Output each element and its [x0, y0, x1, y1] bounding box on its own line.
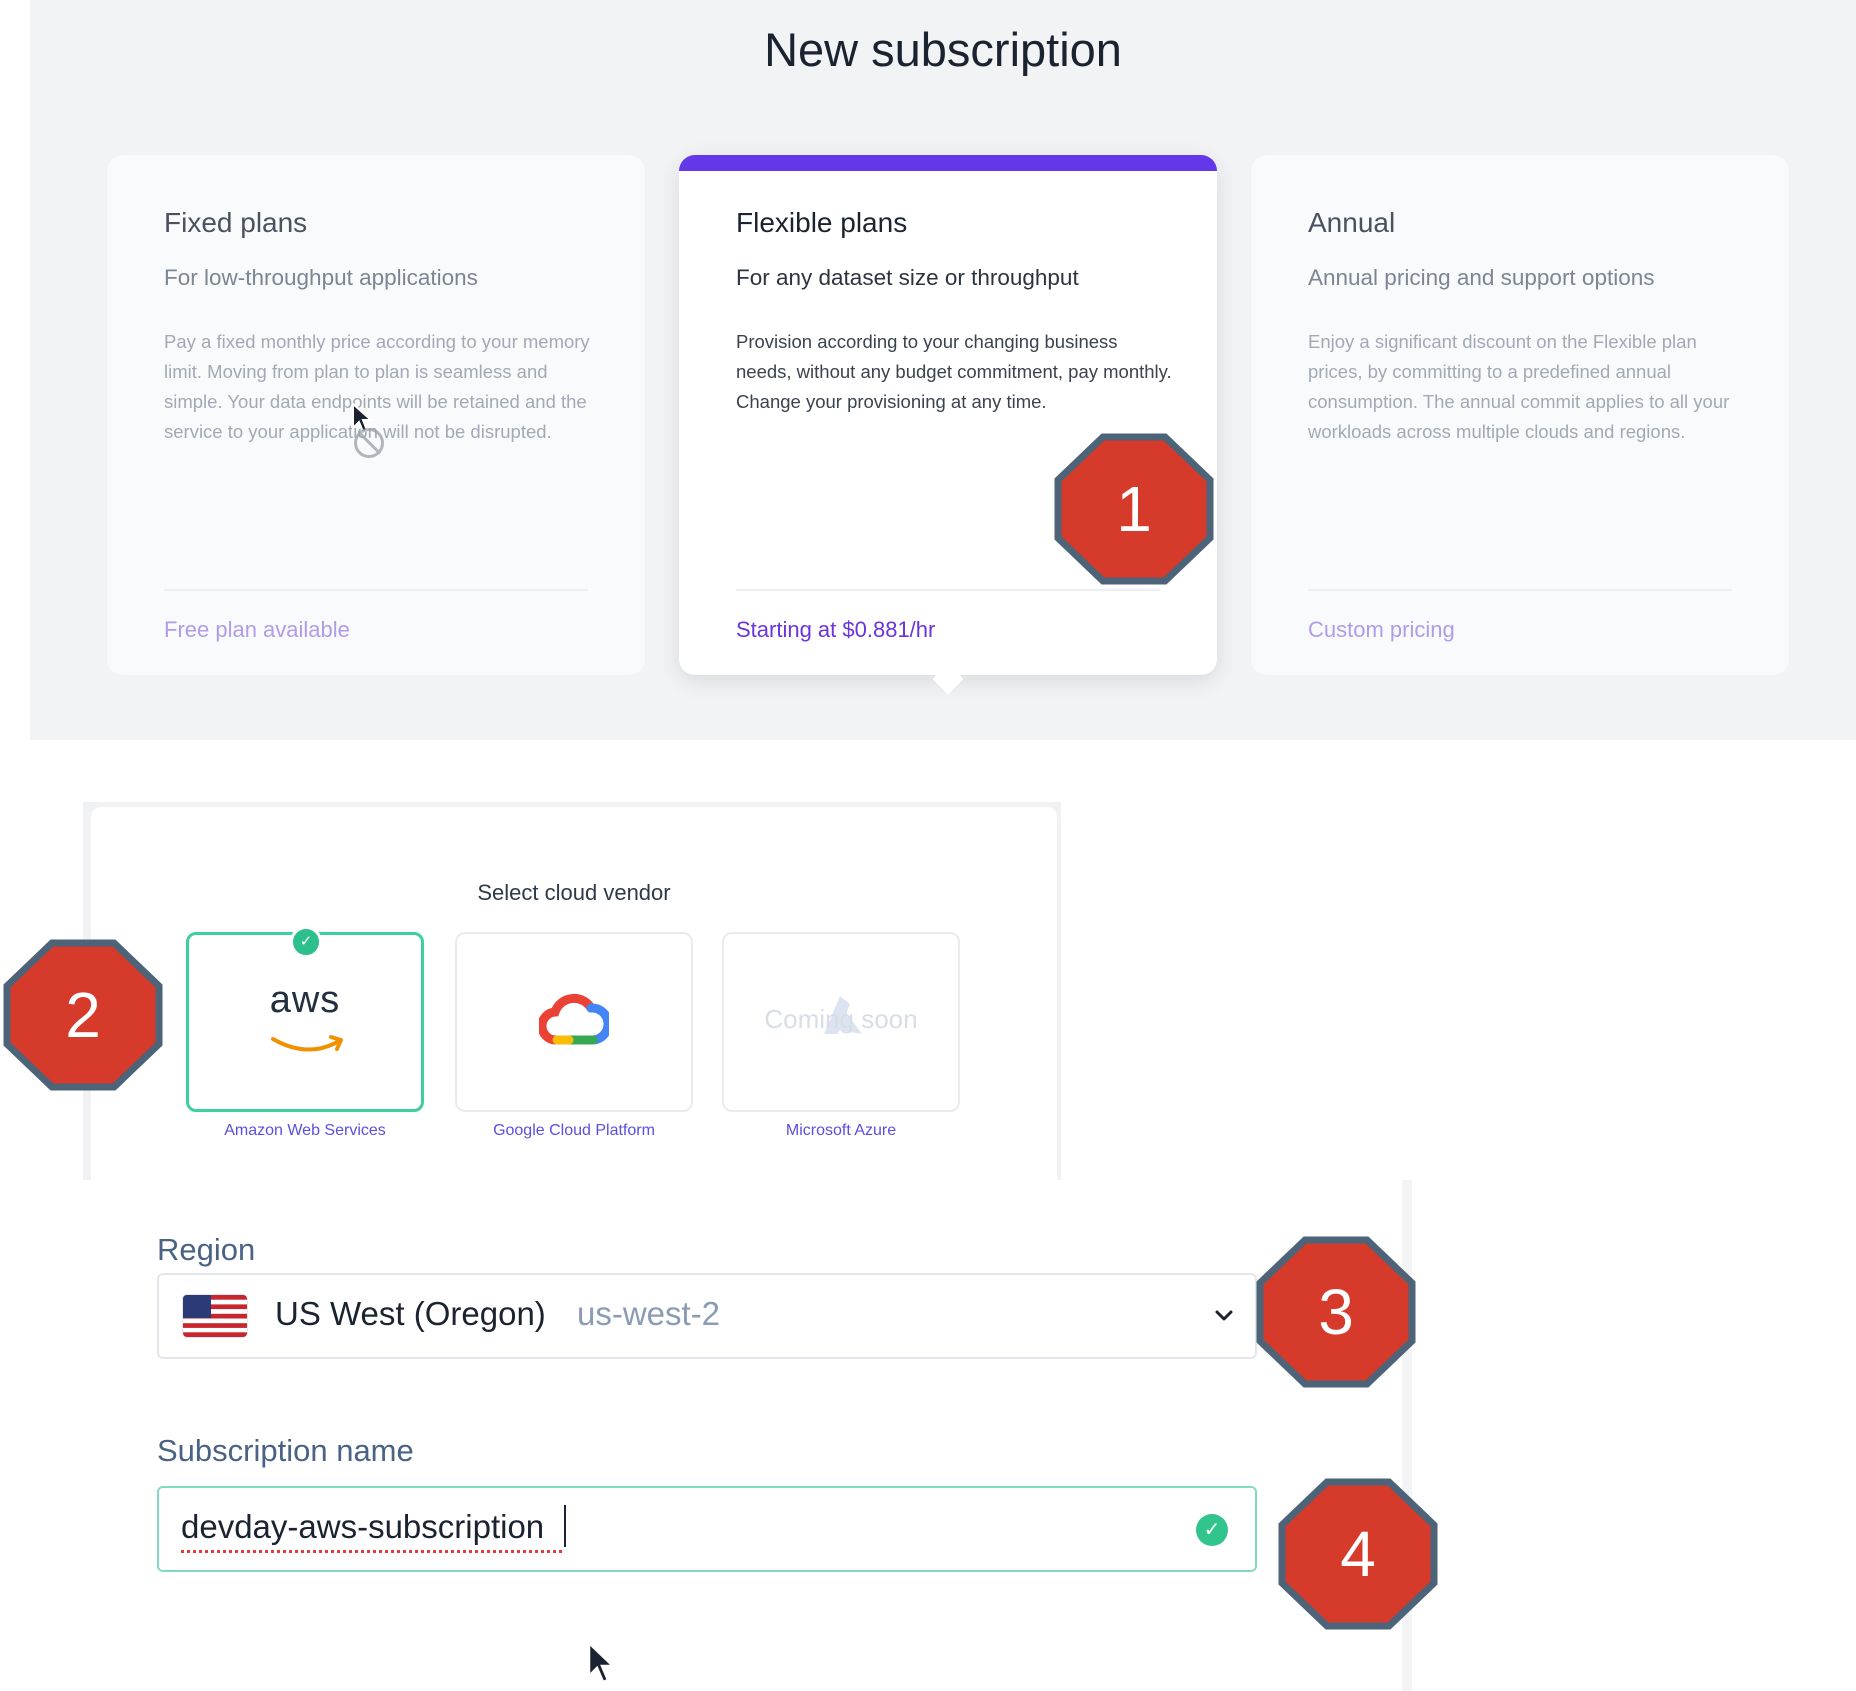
plan-price: Custom pricing	[1308, 617, 1455, 642]
plan-card-annual[interactable]: Annual Annual pricing and support option…	[1251, 155, 1789, 675]
plan-description: Provision according to your changing bus…	[736, 331, 1172, 412]
plan-price: Free plan available	[164, 617, 350, 642]
not-allowed-icon	[354, 428, 384, 458]
step-marker-1: 1	[1054, 433, 1214, 585]
plan-title: Flexible plans	[736, 207, 908, 238]
selected-accent-bar	[679, 155, 1217, 171]
marker-number: 3	[1318, 1276, 1354, 1348]
region-label: Region	[157, 1232, 256, 1267]
plan-price: Starting at $0.881/hr	[736, 617, 936, 642]
vendor-option-azure: Coming soon	[722, 932, 960, 1112]
marker-number: 1	[1116, 473, 1152, 545]
plan-subtitle: Annual pricing and support options	[1308, 265, 1655, 290]
plan-subtitle: For low-throughput applications	[164, 265, 478, 290]
subscription-name-value[interactable]: devday-aws-subscription	[181, 1508, 544, 1546]
page-title: New subscription	[764, 23, 1122, 76]
step-marker-3: 3	[1256, 1236, 1416, 1388]
aws-smile-icon	[271, 1035, 343, 1052]
subscription-name-label: Subscription name	[157, 1433, 414, 1468]
plan-title: Annual	[1308, 207, 1396, 238]
text-caret	[564, 1505, 566, 1547]
valid-check-icon: ✓	[1196, 1514, 1228, 1546]
plan-card-fixed[interactable]: Fixed plans For low-throughput applicati…	[107, 155, 645, 675]
coming-soon-overlay: Coming soon	[764, 1004, 918, 1034]
plan-description: Pay a fixed monthly price according to y…	[164, 331, 590, 442]
aws-logo-icon: aws	[269, 979, 341, 1021]
step-marker-4: 4	[1278, 1478, 1438, 1630]
selected-check-icon: ✓	[290, 926, 322, 958]
region-name: US West (Oregon)	[275, 1295, 546, 1332]
us-flag-icon	[183, 1295, 247, 1337]
vendor-heading: Select cloud vendor	[477, 880, 671, 905]
vendor-option-aws[interactable]: aws	[186, 932, 424, 1112]
region-code: us-west-2	[577, 1295, 721, 1332]
marker-number: 4	[1340, 1518, 1376, 1590]
plan-divider	[736, 589, 1160, 591]
plan-description: Enjoy a significant discount on the Flex…	[1308, 331, 1730, 442]
vendor-option-gcp[interactable]	[455, 932, 693, 1112]
marker-number: 2	[65, 979, 101, 1051]
vendor-name-azure: Microsoft Azure	[785, 1122, 897, 1139]
google-cloud-icon	[539, 993, 609, 1045]
plan-divider	[1308, 589, 1732, 591]
step-marker-2: 2	[3, 939, 163, 1091]
plan-title: Fixed plans	[164, 207, 308, 238]
mouse-cursor-icon	[587, 1640, 614, 1684]
plan-subtitle: For any dataset size or throughput	[736, 265, 1079, 290]
vendor-name-aws: Amazon Web Services	[224, 1122, 386, 1139]
vendor-name-gcp: Google Cloud Platform	[493, 1122, 655, 1139]
subscription-name-input[interactable]: devday-aws-subscription ✓	[157, 1486, 1257, 1572]
plan-divider	[164, 589, 588, 591]
plan-card-flexible[interactable]: Flexible plans For any dataset size or t…	[679, 155, 1217, 675]
spellcheck-underline	[181, 1550, 563, 1553]
region-select[interactable]: US West (Oregon) us-west-2	[157, 1273, 1257, 1359]
chevron-down-icon[interactable]	[1209, 1301, 1239, 1331]
